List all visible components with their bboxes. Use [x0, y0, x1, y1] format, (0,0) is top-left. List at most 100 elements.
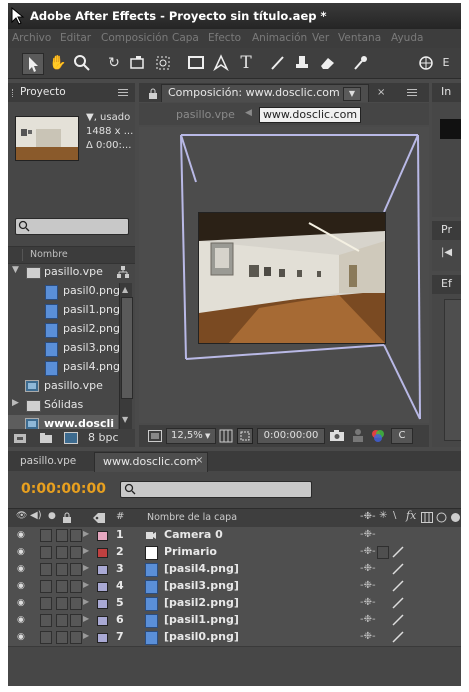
- lock-toggle[interactable]: [56, 546, 68, 559]
- shy-switch-icon[interactable]: -❉-: [360, 546, 376, 557]
- list-item[interactable]: pasil1.png: [8, 301, 120, 320]
- table-row[interactable]: ◉ ▶ 6 [pasil1.png] -❉-: [8, 612, 461, 630]
- shy-switch-icon[interactable]: -❉-: [360, 631, 376, 642]
- label-color-swatch[interactable]: [97, 531, 108, 541]
- tab-preview[interactable]: Pr: [441, 223, 452, 236]
- comp-timecode-field[interactable]: 0:00:00:00: [257, 428, 325, 444]
- table-row[interactable]: ◉ ▶ 5 [pasil2.png] -❉-: [8, 595, 461, 613]
- menu-ver[interactable]: Ver: [312, 32, 329, 44]
- snapshot-camera-icon[interactable]: [329, 429, 345, 442]
- quality-slash-icon[interactable]: [390, 563, 406, 575]
- tab-info[interactable]: In: [441, 85, 451, 98]
- expand-layer-icon[interactable]: ▶: [83, 546, 89, 555]
- workspace-icon[interactable]: [416, 53, 436, 73]
- eraser-tool-icon[interactable]: [318, 53, 338, 73]
- new-folder-icon[interactable]: [39, 432, 53, 444]
- rgb-channels-icon[interactable]: [370, 428, 386, 444]
- zoom-select[interactable]: 12,5% ▼: [166, 428, 216, 444]
- timeline-search-input[interactable]: [120, 481, 312, 498]
- shy-toggle[interactable]: [70, 546, 82, 559]
- menu-capa[interactable]: Capa: [172, 32, 199, 44]
- list-item[interactable]: pasil0.png: [8, 282, 120, 301]
- menu-composicion[interactable]: Composición: [101, 32, 168, 44]
- label-color-swatch[interactable]: [97, 565, 108, 575]
- motion-blur-icon[interactable]: [436, 512, 447, 523]
- audio-switch-icon[interactable]: ◀): [30, 510, 42, 521]
- list-item[interactable]: pasillo.vpe: [8, 377, 118, 396]
- eye-icon[interactable]: ◉: [17, 632, 25, 642]
- shy-switch-icon[interactable]: -❉-: [360, 529, 376, 540]
- column-hash[interactable]: #: [116, 511, 124, 522]
- project-scrollbar[interactable]: ▲ ▼: [119, 283, 133, 429]
- expand-layer-icon[interactable]: ▶: [83, 614, 89, 623]
- menu-ventana[interactable]: Ventana: [338, 32, 381, 44]
- pen-tool-icon[interactable]: [211, 53, 231, 73]
- tab-pasillo-vpe[interactable]: pasillo.vpe: [20, 453, 76, 470]
- scroll-up-arrow-icon[interactable]: ▲: [122, 285, 128, 294]
- close-tab-icon[interactable]: ×: [377, 87, 385, 98]
- tab-www-dosclic[interactable]: www.dosclic.com ×: [94, 452, 208, 472]
- shy-switch-icon[interactable]: -❉-: [360, 511, 376, 522]
- scroll-thumb[interactable]: [121, 297, 133, 399]
- clone-stamp-tool-icon[interactable]: [293, 53, 313, 73]
- tab-composicion[interactable]: Composición: www.dosclic.com ▼: [149, 84, 369, 102]
- shy-switch-icon[interactable]: -❉-: [360, 563, 376, 574]
- expand-layer-icon[interactable]: ▶: [83, 631, 89, 640]
- grid-guides-icon[interactable]: [219, 429, 233, 443]
- eye-icon[interactable]: ◉: [17, 598, 25, 608]
- lock-toggle[interactable]: [56, 597, 68, 610]
- column-nombre[interactable]: Nombre: [30, 249, 68, 260]
- list-item[interactable]: pasil3.png: [8, 339, 120, 358]
- scroll-down-arrow-icon[interactable]: ▼: [122, 415, 128, 424]
- show-snapshot-icon[interactable]: [351, 428, 365, 443]
- new-composition-icon[interactable]: [64, 432, 78, 444]
- video-switch-icon[interactable]: 👁: [16, 511, 27, 521]
- shy-toggle[interactable]: [70, 597, 82, 610]
- resolution-select[interactable]: C: [391, 428, 413, 444]
- list-item[interactable]: ▼ pasillo.vpe: [8, 263, 129, 282]
- camera-orbit-tool-icon[interactable]: [128, 53, 148, 73]
- expand-layer-icon[interactable]: ▶: [83, 529, 89, 538]
- lock-toggle[interactable]: [56, 529, 68, 542]
- menu-efecto[interactable]: Efecto: [208, 32, 241, 44]
- breadcrumb-current[interactable]: www.dosclic.com: [259, 107, 361, 123]
- expand-layer-icon[interactable]: ▶: [83, 563, 89, 572]
- breadcrumb-prev[interactable]: pasillo.vpe: [176, 108, 235, 121]
- rectangle-mask-tool-icon[interactable]: [186, 53, 206, 73]
- list-item[interactable]: pasil2.png: [8, 320, 120, 339]
- eye-icon[interactable]: ◉: [17, 547, 25, 557]
- shy-toggle[interactable]: [70, 529, 82, 542]
- shy-switch-icon[interactable]: -❉-: [360, 597, 376, 608]
- solo-toggle[interactable]: [40, 597, 52, 610]
- flowchart-icon[interactable]: [116, 265, 130, 279]
- pan-behind-tool-icon[interactable]: [153, 53, 173, 73]
- column-layer-name[interactable]: Nombre de la capa: [147, 512, 237, 523]
- table-row[interactable]: ◉ ▶ 2 Primario -❉-: [8, 544, 461, 562]
- eye-icon[interactable]: ◉: [17, 615, 25, 625]
- quality-slash-icon[interactable]: [390, 546, 406, 558]
- type-tool-icon[interactable]: T: [236, 53, 256, 73]
- collapse-toggle[interactable]: [377, 546, 389, 559]
- zoom-tool-icon[interactable]: [72, 53, 92, 73]
- quality-slash-icon[interactable]: [390, 631, 406, 643]
- hand-tool-icon[interactable]: ✋: [48, 53, 68, 73]
- collapse-triangle-icon[interactable]: ▶: [12, 398, 19, 408]
- effect-switch-icon[interactable]: fx: [406, 509, 416, 522]
- brush-tool-icon[interactable]: [268, 53, 288, 73]
- label-color-swatch[interactable]: [97, 582, 108, 592]
- menu-ayuda[interactable]: Ayuda: [391, 32, 423, 44]
- timeline-timecode[interactable]: 0:00:00:00: [21, 481, 106, 497]
- frame-blend-icon[interactable]: [421, 512, 433, 523]
- shy-toggle[interactable]: [70, 580, 82, 593]
- lock-toggle[interactable]: [56, 631, 68, 644]
- table-row[interactable]: ◉ ▶ 4 [pasil3.png] -❉-: [8, 578, 461, 596]
- expand-layer-icon[interactable]: ▶: [83, 580, 89, 589]
- mask-visibility-icon[interactable]: [237, 428, 253, 444]
- solo-toggle[interactable]: [40, 580, 52, 593]
- shy-toggle[interactable]: [70, 614, 82, 627]
- label-color-swatch[interactable]: [97, 616, 108, 626]
- list-item[interactable]: ▶ Sólidas: [8, 396, 118, 415]
- label-column-icon[interactable]: [92, 512, 106, 524]
- first-frame-icon[interactable]: |◀: [441, 247, 452, 258]
- table-row[interactable]: ◉ ▶ 1 Camera 0 -❉-: [8, 527, 461, 545]
